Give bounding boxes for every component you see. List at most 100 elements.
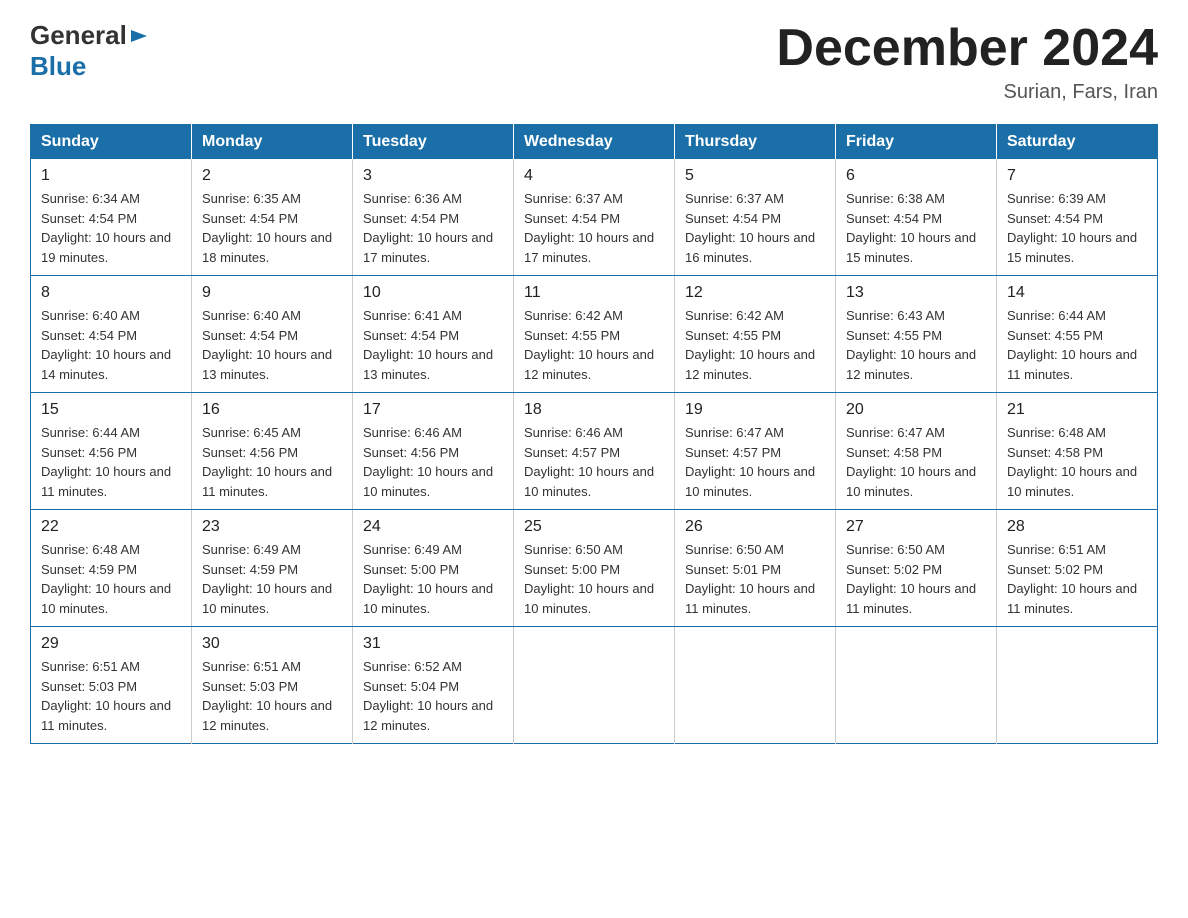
day-number: 22: [41, 518, 181, 536]
day-number: 19: [685, 401, 825, 419]
calendar-day-header: Tuesday: [353, 125, 514, 160]
day-number: 28: [1007, 518, 1147, 536]
calendar-cell: 17 Sunrise: 6:46 AM Sunset: 4:56 PM Dayl…: [353, 393, 514, 510]
calendar-cell: 18 Sunrise: 6:46 AM Sunset: 4:57 PM Dayl…: [514, 393, 675, 510]
calendar-cell: 6 Sunrise: 6:38 AM Sunset: 4:54 PM Dayli…: [836, 159, 997, 276]
calendar-cell: 29 Sunrise: 6:51 AM Sunset: 5:03 PM Dayl…: [31, 627, 192, 744]
calendar-cell: 26 Sunrise: 6:50 AM Sunset: 5:01 PM Dayl…: [675, 510, 836, 627]
calendar-cell: 5 Sunrise: 6:37 AM Sunset: 4:54 PM Dayli…: [675, 159, 836, 276]
page-subtitle: Surian, Fars, Iran: [776, 81, 1158, 104]
logo: General Blue: [30, 20, 149, 82]
calendar-cell: 12 Sunrise: 6:42 AM Sunset: 4:55 PM Dayl…: [675, 276, 836, 393]
calendar-cell: 3 Sunrise: 6:36 AM Sunset: 4:54 PM Dayli…: [353, 159, 514, 276]
calendar-cell: 7 Sunrise: 6:39 AM Sunset: 4:54 PM Dayli…: [997, 159, 1158, 276]
day-info: Sunrise: 6:51 AM Sunset: 5:02 PM Dayligh…: [1007, 540, 1147, 618]
calendar-cell: 2 Sunrise: 6:35 AM Sunset: 4:54 PM Dayli…: [192, 159, 353, 276]
day-info: Sunrise: 6:51 AM Sunset: 5:03 PM Dayligh…: [41, 657, 181, 735]
calendar-week-row: 8 Sunrise: 6:40 AM Sunset: 4:54 PM Dayli…: [31, 276, 1158, 393]
calendar-week-row: 22 Sunrise: 6:48 AM Sunset: 4:59 PM Dayl…: [31, 510, 1158, 627]
day-info: Sunrise: 6:39 AM Sunset: 4:54 PM Dayligh…: [1007, 189, 1147, 267]
day-info: Sunrise: 6:45 AM Sunset: 4:56 PM Dayligh…: [202, 423, 342, 501]
day-number: 26: [685, 518, 825, 536]
calendar-day-header: Friday: [836, 125, 997, 160]
calendar-week-row: 29 Sunrise: 6:51 AM Sunset: 5:03 PM Dayl…: [31, 627, 1158, 744]
calendar-cell: 22 Sunrise: 6:48 AM Sunset: 4:59 PM Dayl…: [31, 510, 192, 627]
logo-arrow-icon: [129, 26, 149, 46]
calendar-cell: 9 Sunrise: 6:40 AM Sunset: 4:54 PM Dayli…: [192, 276, 353, 393]
day-info: Sunrise: 6:51 AM Sunset: 5:03 PM Dayligh…: [202, 657, 342, 735]
calendar-day-header: Thursday: [675, 125, 836, 160]
day-info: Sunrise: 6:49 AM Sunset: 4:59 PM Dayligh…: [202, 540, 342, 618]
day-number: 6: [846, 167, 986, 185]
calendar-cell: 20 Sunrise: 6:47 AM Sunset: 4:58 PM Dayl…: [836, 393, 997, 510]
day-number: 11: [524, 284, 664, 302]
day-number: 9: [202, 284, 342, 302]
calendar-cell: 11 Sunrise: 6:42 AM Sunset: 4:55 PM Dayl…: [514, 276, 675, 393]
day-number: 7: [1007, 167, 1147, 185]
day-info: Sunrise: 6:48 AM Sunset: 4:58 PM Dayligh…: [1007, 423, 1147, 501]
title-block: December 2024 Surian, Fars, Iran: [776, 20, 1158, 104]
calendar-day-header: Monday: [192, 125, 353, 160]
calendar-cell: 27 Sunrise: 6:50 AM Sunset: 5:02 PM Dayl…: [836, 510, 997, 627]
day-info: Sunrise: 6:43 AM Sunset: 4:55 PM Dayligh…: [846, 306, 986, 384]
calendar-cell: 19 Sunrise: 6:47 AM Sunset: 4:57 PM Dayl…: [675, 393, 836, 510]
calendar-cell: 14 Sunrise: 6:44 AM Sunset: 4:55 PM Dayl…: [997, 276, 1158, 393]
day-number: 24: [363, 518, 503, 536]
day-info: Sunrise: 6:50 AM Sunset: 5:02 PM Dayligh…: [846, 540, 986, 618]
calendar-week-row: 15 Sunrise: 6:44 AM Sunset: 4:56 PM Dayl…: [31, 393, 1158, 510]
day-info: Sunrise: 6:37 AM Sunset: 4:54 PM Dayligh…: [524, 189, 664, 267]
day-info: Sunrise: 6:49 AM Sunset: 5:00 PM Dayligh…: [363, 540, 503, 618]
day-number: 31: [363, 635, 503, 653]
day-number: 21: [1007, 401, 1147, 419]
day-info: Sunrise: 6:52 AM Sunset: 5:04 PM Dayligh…: [363, 657, 503, 735]
calendar-table: SundayMondayTuesdayWednesdayThursdayFrid…: [30, 124, 1158, 744]
calendar-cell: 4 Sunrise: 6:37 AM Sunset: 4:54 PM Dayli…: [514, 159, 675, 276]
day-info: Sunrise: 6:47 AM Sunset: 4:57 PM Dayligh…: [685, 423, 825, 501]
day-info: Sunrise: 6:35 AM Sunset: 4:54 PM Dayligh…: [202, 189, 342, 267]
day-number: 23: [202, 518, 342, 536]
day-info: Sunrise: 6:42 AM Sunset: 4:55 PM Dayligh…: [685, 306, 825, 384]
page-header: General Blue December 2024 Surian, Fars,…: [30, 20, 1158, 104]
day-info: Sunrise: 6:41 AM Sunset: 4:54 PM Dayligh…: [363, 306, 503, 384]
day-info: Sunrise: 6:40 AM Sunset: 4:54 PM Dayligh…: [202, 306, 342, 384]
day-number: 2: [202, 167, 342, 185]
day-number: 15: [41, 401, 181, 419]
calendar-cell: 13 Sunrise: 6:43 AM Sunset: 4:55 PM Dayl…: [836, 276, 997, 393]
day-number: 1: [41, 167, 181, 185]
day-info: Sunrise: 6:47 AM Sunset: 4:58 PM Dayligh…: [846, 423, 986, 501]
day-number: 27: [846, 518, 986, 536]
day-number: 10: [363, 284, 503, 302]
calendar-cell: 1 Sunrise: 6:34 AM Sunset: 4:54 PM Dayli…: [31, 159, 192, 276]
calendar-cell: [675, 627, 836, 744]
calendar-cell: 10 Sunrise: 6:41 AM Sunset: 4:54 PM Dayl…: [353, 276, 514, 393]
page-title: December 2024: [776, 20, 1158, 77]
day-number: 16: [202, 401, 342, 419]
calendar-cell: [997, 627, 1158, 744]
day-info: Sunrise: 6:50 AM Sunset: 5:00 PM Dayligh…: [524, 540, 664, 618]
day-number: 25: [524, 518, 664, 536]
calendar-day-header: Wednesday: [514, 125, 675, 160]
calendar-cell: [836, 627, 997, 744]
day-number: 12: [685, 284, 825, 302]
logo-blue-text: Blue: [30, 51, 86, 81]
calendar-cell: 25 Sunrise: 6:50 AM Sunset: 5:00 PM Dayl…: [514, 510, 675, 627]
day-number: 17: [363, 401, 503, 419]
day-number: 5: [685, 167, 825, 185]
day-number: 13: [846, 284, 986, 302]
day-number: 4: [524, 167, 664, 185]
calendar-week-row: 1 Sunrise: 6:34 AM Sunset: 4:54 PM Dayli…: [31, 159, 1158, 276]
day-info: Sunrise: 6:34 AM Sunset: 4:54 PM Dayligh…: [41, 189, 181, 267]
day-number: 29: [41, 635, 181, 653]
day-info: Sunrise: 6:38 AM Sunset: 4:54 PM Dayligh…: [846, 189, 986, 267]
logo-general-text: General: [30, 20, 127, 51]
day-number: 3: [363, 167, 503, 185]
calendar-cell: 28 Sunrise: 6:51 AM Sunset: 5:02 PM Dayl…: [997, 510, 1158, 627]
day-info: Sunrise: 6:42 AM Sunset: 4:55 PM Dayligh…: [524, 306, 664, 384]
calendar-cell: [514, 627, 675, 744]
day-info: Sunrise: 6:44 AM Sunset: 4:56 PM Dayligh…: [41, 423, 181, 501]
calendar-day-header: Sunday: [31, 125, 192, 160]
calendar-cell: 21 Sunrise: 6:48 AM Sunset: 4:58 PM Dayl…: [997, 393, 1158, 510]
day-info: Sunrise: 6:46 AM Sunset: 4:56 PM Dayligh…: [363, 423, 503, 501]
day-info: Sunrise: 6:40 AM Sunset: 4:54 PM Dayligh…: [41, 306, 181, 384]
calendar-cell: 8 Sunrise: 6:40 AM Sunset: 4:54 PM Dayli…: [31, 276, 192, 393]
